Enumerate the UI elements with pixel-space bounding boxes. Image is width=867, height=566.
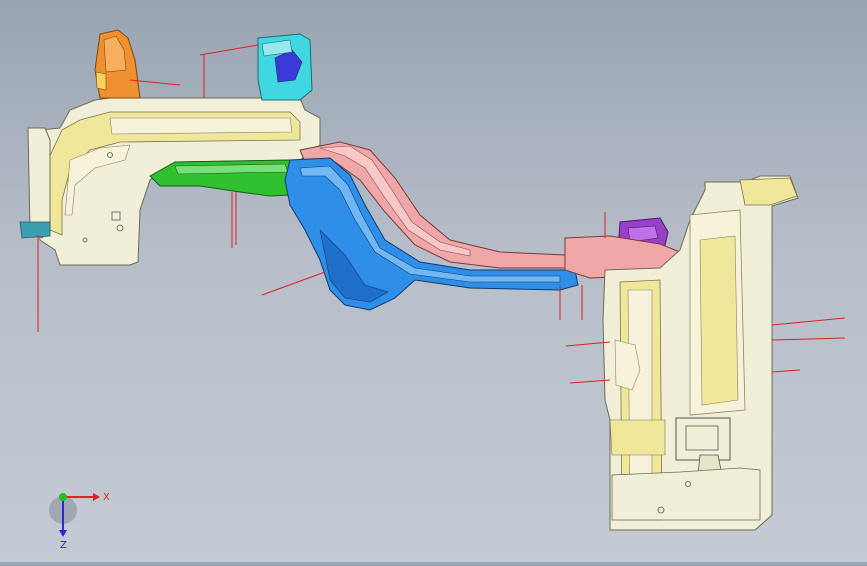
z-arrowhead-icon [59,530,67,537]
assembly-drawing: X Z [19,29,846,551]
coordinate-triad: X Z [49,492,110,551]
leader-line [771,317,846,326]
green-rail[interactable] [149,159,301,197]
x-arrowhead-icon [93,493,100,501]
leader-line [199,44,259,56]
cyan-bracket[interactable] [257,33,313,101]
y-axis-dot-icon [59,493,67,501]
leader-line [771,369,801,373]
leader-line [771,337,846,341]
z-axis-label: Z [60,540,67,551]
x-axis-label: X [103,492,110,503]
cad-viewport[interactable]: X Z [0,0,867,562]
leader-line [261,271,326,296]
leader-line [569,379,611,384]
orange-bracket[interactable] [94,29,141,99]
